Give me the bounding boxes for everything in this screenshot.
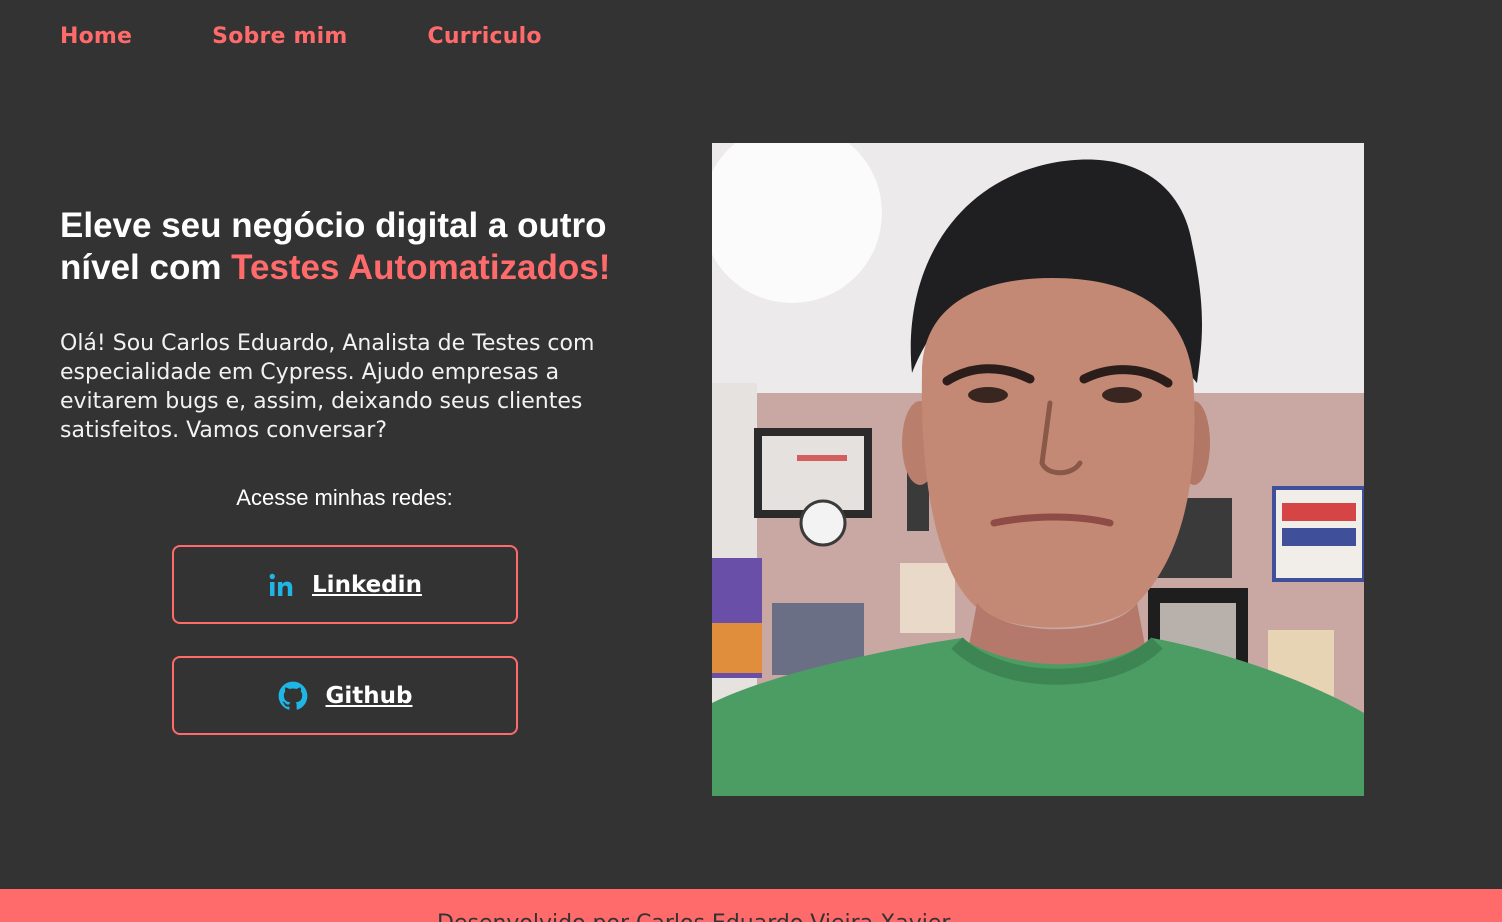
linkedin-button[interactable]: Linkedin [172,545,518,624]
top-nav: Home Sobre mim Curriculo [60,20,542,52]
github-icon [278,681,308,711]
footer: Desenvolvido por Carlos Eduardo Vieira X… [0,889,1502,922]
networks-title: Acesse minhas redes: [236,485,453,510]
page: Home Sobre mim Curriculo Eleve seu negóc… [0,0,1502,922]
hero-headline-accent: Testes Automatizados! [231,248,611,287]
hero-intro: Olá! Sou Carlos Eduardo, Analista de Tes… [60,331,595,443]
linkedin-label: Linkedin [312,571,422,598]
hero-headline: Eleve seu negócio digital a outro nível … [60,205,660,289]
github-button[interactable]: Github [172,656,518,735]
nav-about-link[interactable]: Sobre mim [212,24,347,49]
nav-curriculum-link[interactable]: Curriculo [428,24,542,49]
nav-home-link[interactable]: Home [60,24,132,49]
github-label: Github [325,682,413,709]
footer-text: Desenvolvido por Carlos Eduardo Vieira X… [437,911,950,922]
profile-photo [712,143,1364,796]
linkedin-icon [268,572,294,598]
